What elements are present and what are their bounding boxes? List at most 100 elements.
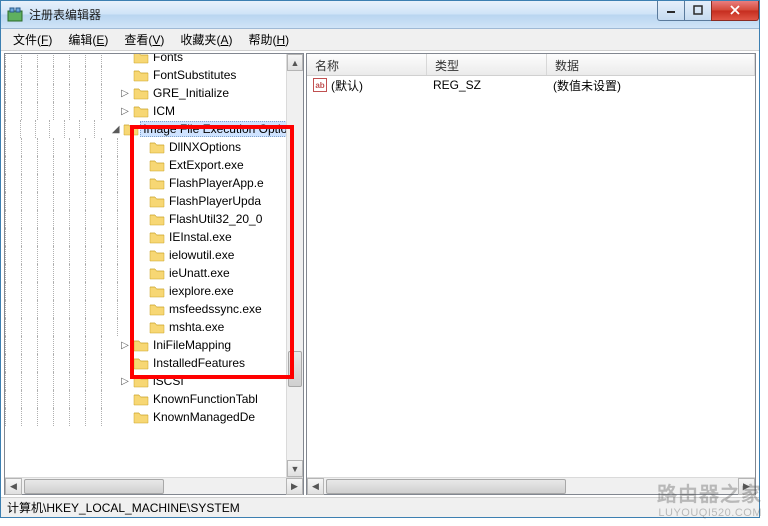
- tree-item-label: FlashPlayerApp.e: [169, 176, 264, 190]
- list-header: 名称 类型 数据: [307, 54, 755, 76]
- expander-icon[interactable]: [135, 249, 147, 261]
- tree-item-label: FlashPlayerUpda: [169, 194, 261, 208]
- list-horizontal-scrollbar[interactable]: ◀ ▶: [307, 477, 755, 494]
- tree-item[interactable]: ieUnatt.exe: [5, 264, 303, 282]
- minimize-button[interactable]: [657, 1, 685, 21]
- tree-item[interactable]: FlashUtil32_20_0: [5, 210, 303, 228]
- tree-item[interactable]: ◢ Image File Execution Options: [5, 120, 303, 138]
- expander-icon[interactable]: [135, 213, 147, 225]
- tree-item-label: KnownFunctionTabl: [153, 392, 258, 406]
- reg-string-icon: ab: [313, 78, 327, 92]
- tree-item[interactable]: InstalledFeatures: [5, 354, 303, 372]
- tree-item[interactable]: ▷ ICM: [5, 102, 303, 120]
- tree-item-label: InstalledFeatures: [153, 356, 245, 370]
- value-type: REG_SZ: [427, 78, 547, 92]
- menu-help[interactable]: 帮助(H): [240, 29, 297, 50]
- scroll-thumb[interactable]: [288, 351, 302, 387]
- tree-horizontal-scrollbar[interactable]: ◀ ▶: [5, 477, 303, 494]
- menu-view[interactable]: 查看(V): [116, 29, 172, 50]
- column-header-name[interactable]: 名称: [307, 54, 427, 75]
- maximize-button[interactable]: [684, 1, 712, 21]
- tree-item[interactable]: FlashPlayerUpda: [5, 192, 303, 210]
- expander-icon[interactable]: [135, 159, 147, 171]
- tree-item[interactable]: Fonts: [5, 54, 303, 66]
- expander-icon[interactable]: ▷: [119, 375, 131, 387]
- tree-item[interactable]: FlashPlayerApp.e: [5, 174, 303, 192]
- tree-item[interactable]: DllNXOptions: [5, 138, 303, 156]
- column-header-data[interactable]: 数据: [547, 54, 755, 75]
- tree-item-label: GRE_Initialize: [153, 86, 229, 100]
- tree-item[interactable]: KnownManagedDe: [5, 408, 303, 426]
- value-name: (默认): [331, 77, 363, 94]
- status-path: 计算机\HKEY_LOCAL_MACHINE\SYSTEM: [7, 499, 240, 516]
- expander-icon[interactable]: ▷: [119, 339, 131, 351]
- tree-item[interactable]: ExtExport.exe: [5, 156, 303, 174]
- scroll-up-arrow-icon[interactable]: ▲: [287, 54, 303, 71]
- expander-icon[interactable]: ▷: [119, 105, 131, 117]
- tree-item[interactable]: mshta.exe: [5, 318, 303, 336]
- scroll-left-arrow-icon[interactable]: ◀: [5, 478, 22, 495]
- expander-icon[interactable]: [119, 357, 131, 369]
- tree-item-label: Image File Execution Options: [143, 122, 300, 136]
- scroll-thumb[interactable]: [326, 479, 566, 494]
- expander-icon[interactable]: [119, 69, 131, 81]
- status-bar: 计算机\HKEY_LOCAL_MACHINE\SYSTEM: [1, 497, 759, 517]
- expander-icon[interactable]: [119, 54, 131, 63]
- scroll-right-arrow-icon[interactable]: ▶: [738, 478, 755, 495]
- tree-item-label: iSCSI: [153, 374, 184, 388]
- expander-icon[interactable]: ▷: [119, 87, 131, 99]
- titlebar[interactable]: 注册表编辑器: [1, 1, 759, 29]
- menu-edit[interactable]: 编辑(E): [60, 29, 116, 50]
- tree-item-label: DllNXOptions: [169, 140, 241, 154]
- expander-icon[interactable]: [135, 321, 147, 333]
- menu-file[interactable]: 文件(F): [5, 29, 60, 50]
- tree-item-label: ieUnatt.exe: [169, 266, 230, 280]
- expander-icon[interactable]: [135, 231, 147, 243]
- expander-icon[interactable]: [135, 177, 147, 189]
- expander-icon[interactable]: [135, 267, 147, 279]
- tree-item-label: IEInstal.exe: [169, 230, 232, 244]
- menu-bar: 文件(F) 编辑(E) 查看(V) 收藏夹(A) 帮助(H): [1, 29, 759, 51]
- menu-favorites[interactable]: 收藏夹(A): [172, 29, 240, 50]
- expander-icon[interactable]: [135, 141, 147, 153]
- tree-item[interactable]: ▷ IniFileMapping: [5, 336, 303, 354]
- scroll-down-arrow-icon[interactable]: ▼: [287, 460, 303, 477]
- tree-item-label: KnownManagedDe: [153, 410, 255, 424]
- tree-item-label: mshta.exe: [169, 320, 224, 334]
- scroll-right-arrow-icon[interactable]: ▶: [286, 478, 303, 495]
- tree-item-label: FontSubstitutes: [153, 68, 236, 82]
- tree-item-label: FlashUtil32_20_0: [169, 212, 262, 226]
- tree-item[interactable]: KnownFunctionTabl: [5, 390, 303, 408]
- tree-item[interactable]: IEInstal.exe: [5, 228, 303, 246]
- tree-item-label: msfeedssync.exe: [169, 302, 262, 316]
- tree-vertical-scrollbar[interactable]: ▲ ▼: [286, 54, 303, 477]
- regedit-app-icon: [7, 7, 23, 23]
- registry-values-pane: 名称 类型 数据 ab (默认) REG_SZ (数值未设置) ◀ ▶: [306, 53, 756, 495]
- tree-item-label: IniFileMapping: [153, 338, 231, 352]
- column-header-type[interactable]: 类型: [427, 54, 547, 75]
- window-title: 注册表编辑器: [29, 6, 658, 23]
- registry-tree-pane: Fonts FontSubstitutes ▷ GRE_Initialize ▷ ICM ◢…: [4, 53, 304, 495]
- tree-item[interactable]: ▷ iSCSI: [5, 372, 303, 390]
- tree-item-label: ICM: [153, 104, 175, 118]
- tree-item-label: Fonts: [153, 54, 183, 64]
- expander-icon[interactable]: [119, 411, 131, 423]
- scroll-left-arrow-icon[interactable]: ◀: [307, 478, 324, 495]
- tree-item[interactable]: FontSubstitutes: [5, 66, 303, 84]
- expander-icon[interactable]: [119, 393, 131, 405]
- tree-item[interactable]: ▷ GRE_Initialize: [5, 84, 303, 102]
- tree-item[interactable]: iexplore.exe: [5, 282, 303, 300]
- tree-item-label: iexplore.exe: [169, 284, 234, 298]
- tree-item[interactable]: msfeedssync.exe: [5, 300, 303, 318]
- value-data: (数值未设置): [547, 77, 755, 94]
- expander-icon[interactable]: [135, 285, 147, 297]
- close-button[interactable]: [711, 1, 759, 21]
- tree-item-label: ielowutil.exe: [169, 248, 234, 262]
- tree-item[interactable]: ielowutil.exe: [5, 246, 303, 264]
- scroll-thumb[interactable]: [24, 479, 164, 494]
- expander-icon[interactable]: [135, 303, 147, 315]
- list-row[interactable]: ab (默认) REG_SZ (数值未设置): [307, 76, 755, 94]
- tree-item-label: ExtExport.exe: [169, 158, 244, 172]
- expander-icon[interactable]: [135, 195, 147, 207]
- expander-icon[interactable]: ◢: [110, 123, 121, 135]
